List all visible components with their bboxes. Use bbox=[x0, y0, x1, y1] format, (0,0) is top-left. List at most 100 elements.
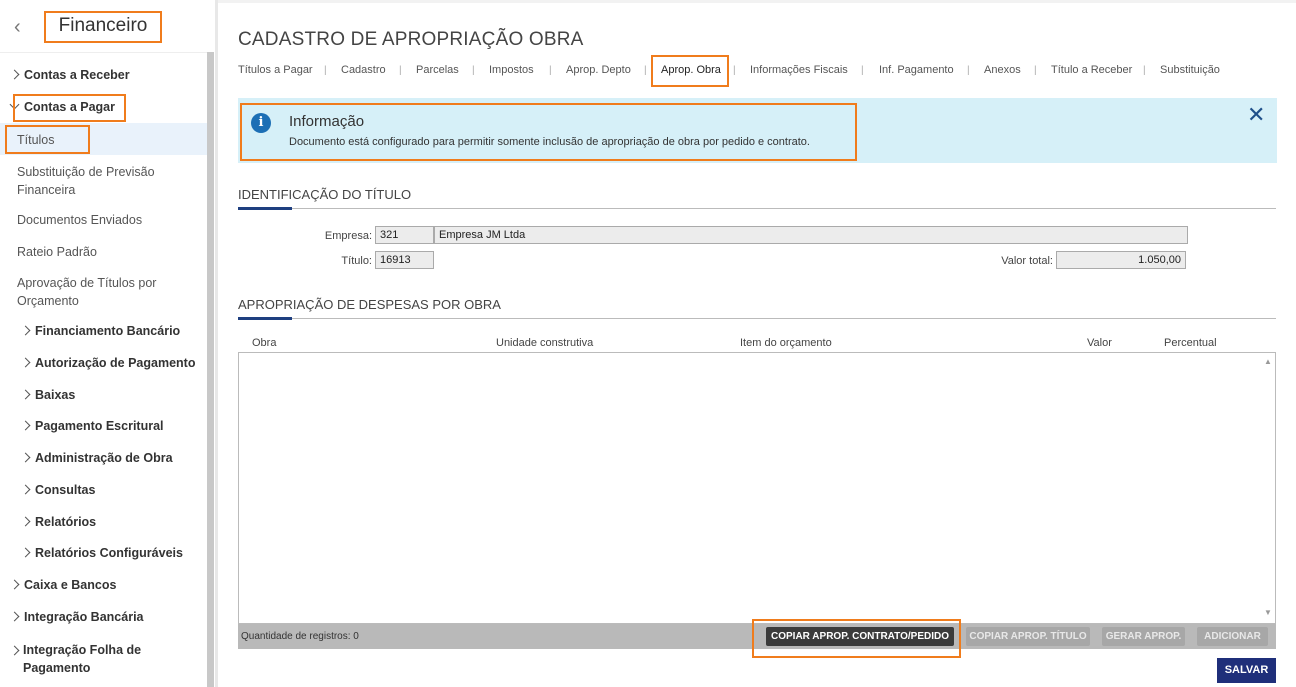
sidebar-item-integracao-bancaria[interactable]: Integração Bancária bbox=[9, 610, 144, 624]
tab-anexos[interactable]: Anexos bbox=[984, 64, 1021, 76]
sidebar-title: Financeiro bbox=[58, 15, 148, 36]
sidebar-item-relatorios-configuraveis[interactable]: Relatórios Configuráveis bbox=[20, 546, 183, 560]
sidebar-item-label: Relatórios bbox=[35, 515, 97, 529]
sidebar-item-caixa-bancos[interactable]: Caixa e Bancos bbox=[9, 578, 117, 592]
sidebar-item-baixas[interactable]: Baixas bbox=[20, 388, 76, 402]
sidebar-item-pagamento-escritural[interactable]: Pagamento Escritural bbox=[20, 419, 164, 433]
valor-total-label: Valor total: bbox=[1001, 255, 1053, 267]
sidebar-divider bbox=[215, 0, 218, 687]
sidebar-item-label: Consultas bbox=[35, 483, 96, 497]
tab-cadastro[interactable]: Cadastro bbox=[341, 64, 386, 76]
section-apropriacao-heading: APROPRIAÇÃO DE DESPESAS POR OBRA bbox=[238, 297, 501, 312]
sidebar-item-label: Contas a Pagar bbox=[24, 100, 116, 114]
chevron-left-icon[interactable]: ‹ bbox=[14, 16, 21, 39]
sidebar-item-administracao-obra[interactable]: Administração de Obra bbox=[20, 451, 173, 465]
tab-titulos-a-pagar[interactable]: Títulos a Pagar bbox=[238, 64, 313, 76]
empresa-code-field: 321 bbox=[375, 226, 434, 244]
tab-separator: | bbox=[733, 65, 736, 76]
sidebar-item-contas-a-receber[interactable]: Contas a Receber bbox=[9, 68, 130, 82]
sidebar-item-titulos[interactable]: Títulos bbox=[17, 131, 55, 149]
adicionar-button[interactable]: ADICIONAR bbox=[1197, 627, 1268, 646]
scroll-up-icon[interactable]: ▲ bbox=[1264, 357, 1272, 366]
tab-separator: | bbox=[967, 65, 970, 76]
chevron-right-icon bbox=[20, 547, 31, 558]
info-message: Documento está configurado para permitir… bbox=[289, 136, 810, 148]
column-header-item[interactable]: Item do orçamento bbox=[740, 337, 832, 349]
tab-separator: | bbox=[1034, 65, 1037, 76]
copiar-aprop-titulo-button[interactable]: COPIAR APROP. TÍTULO bbox=[966, 627, 1090, 646]
sidebar-item-label: Integração Folha de Pagamento bbox=[23, 643, 142, 675]
titulo-field: 16913 bbox=[375, 251, 434, 269]
section-identificacao-heading: IDENTIFICAÇÃO DO TÍTULO bbox=[238, 187, 412, 202]
sidebar-item-label: Financiamento Bancário bbox=[35, 324, 181, 338]
sidebar-item-label: Autorização de Pagamento bbox=[35, 356, 196, 370]
sidebar-item-integracao-folha[interactable]: Integração Folha de Pagamento bbox=[9, 641, 161, 677]
valor-total-field: 1.050,00 bbox=[1056, 251, 1186, 269]
sidebar-item-documentos-enviados[interactable]: Documentos Enviados bbox=[17, 211, 142, 229]
info-icon: i bbox=[251, 113, 271, 133]
chevron-right-icon bbox=[9, 611, 20, 622]
tab-inf-pagamento[interactable]: Inf. Pagamento bbox=[879, 64, 954, 76]
section-accent bbox=[238, 207, 292, 210]
tab-titulo-a-receber[interactable]: Título a Receber bbox=[1051, 64, 1132, 76]
titulo-label: Título: bbox=[341, 255, 372, 267]
tab-parcelas[interactable]: Parcelas bbox=[416, 64, 459, 76]
tab-separator: | bbox=[644, 65, 647, 76]
record-count: Quantidade de registros: 0 bbox=[241, 631, 359, 642]
tab-aprop-obra[interactable]: Aprop. Obra bbox=[661, 64, 721, 76]
column-header-valor[interactable]: Valor bbox=[1087, 337, 1112, 349]
sidebar-item-label: Pagamento Escritural bbox=[35, 419, 164, 433]
column-header-unidade[interactable]: Unidade construtiva bbox=[496, 337, 593, 349]
chevron-right-icon bbox=[20, 516, 31, 527]
tab-informacoes-fiscais[interactable]: Informações Fiscais bbox=[750, 64, 848, 76]
chevron-right-icon bbox=[9, 645, 20, 656]
chevron-right-icon bbox=[20, 389, 31, 400]
save-button[interactable]: SALVAR bbox=[1217, 658, 1276, 683]
sidebar-item-financiamento-bancario[interactable]: Financiamento Bancário bbox=[20, 324, 181, 338]
column-header-obra[interactable]: Obra bbox=[252, 337, 276, 349]
chevron-right-icon bbox=[9, 69, 20, 80]
close-icon[interactable]: ✕ bbox=[1247, 104, 1265, 126]
chevron-down-icon bbox=[9, 99, 20, 110]
section-accent bbox=[238, 317, 292, 320]
tab-impostos[interactable]: Impostos bbox=[489, 64, 534, 76]
chevron-right-icon bbox=[20, 484, 31, 495]
tab-separator: | bbox=[861, 65, 864, 76]
sidebar-item-relatorios[interactable]: Relatórios bbox=[20, 515, 97, 529]
sidebar-item-label: Administração de Obra bbox=[35, 451, 173, 465]
chevron-right-icon bbox=[20, 420, 31, 431]
scroll-down-icon[interactable]: ▼ bbox=[1264, 608, 1272, 617]
chevron-right-icon bbox=[20, 357, 31, 368]
chevron-right-icon bbox=[9, 579, 20, 590]
sidebar-item-label: Contas a Receber bbox=[24, 68, 130, 82]
column-header-percentual[interactable]: Percentual bbox=[1164, 337, 1217, 349]
sidebar-item-consultas[interactable]: Consultas bbox=[20, 483, 96, 497]
sidebar-item-label: Caixa e Bancos bbox=[24, 578, 117, 592]
empresa-label: Empresa: bbox=[324, 230, 372, 242]
apropriacao-grid bbox=[238, 352, 1276, 624]
sidebar-item-substituicao-previsao[interactable]: Substituição de Previsão Financeira bbox=[17, 163, 197, 199]
sidebar-item-aprovacao-titulos[interactable]: Aprovação de Títulos por Orçamento bbox=[17, 274, 177, 310]
empresa-name-field: Empresa JM Ltda bbox=[434, 226, 1188, 244]
sidebar-item-rateio-padrao[interactable]: Rateio Padrão bbox=[17, 243, 97, 261]
sidebar-scrollbar[interactable] bbox=[207, 52, 214, 687]
tab-aprop-depto[interactable]: Aprop. Depto bbox=[566, 64, 631, 76]
tab-substituicao[interactable]: Substituição bbox=[1160, 64, 1220, 76]
tab-separator: | bbox=[472, 65, 475, 76]
sidebar-item-label: Relatórios Configuráveis bbox=[35, 546, 183, 560]
sidebar-item-label: Integração Bancária bbox=[24, 610, 144, 624]
copiar-aprop-contrato-button[interactable]: COPIAR APROP. CONTRATO/PEDIDO bbox=[766, 627, 954, 646]
tab-separator: | bbox=[399, 65, 402, 76]
section-divider bbox=[238, 208, 1276, 209]
tab-separator: | bbox=[324, 65, 327, 76]
chevron-right-icon bbox=[20, 325, 31, 336]
section-divider bbox=[238, 318, 1276, 319]
sidebar-item-label: Baixas bbox=[35, 388, 76, 402]
sidebar-item-contas-a-pagar[interactable]: Contas a Pagar bbox=[9, 99, 116, 114]
sidebar-item-autorizacao-pagamento[interactable]: Autorização de Pagamento bbox=[20, 356, 196, 370]
info-title: Informação bbox=[289, 113, 365, 130]
gerar-aprop-button[interactable]: GERAR APROP. bbox=[1102, 627, 1185, 646]
info-banner bbox=[238, 98, 1277, 163]
tab-separator: | bbox=[1143, 65, 1146, 76]
page-title: CADASTRO DE APROPRIAÇÃO OBRA bbox=[238, 29, 584, 50]
